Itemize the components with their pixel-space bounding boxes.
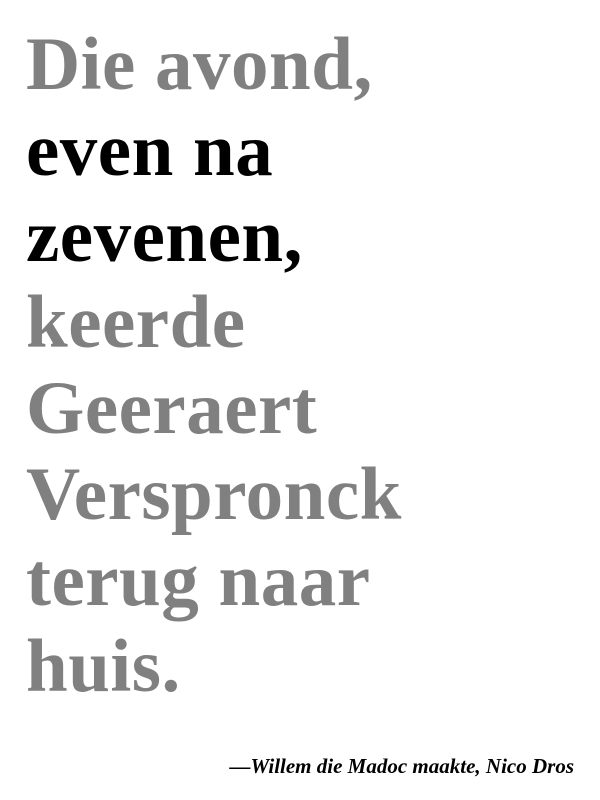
quote-line: huis. (26, 625, 181, 708)
quote-line: keerde (26, 281, 246, 364)
quote-line-emphasis: zevenen, (26, 195, 303, 278)
quote-line-emphasis: even na (26, 109, 274, 192)
quote-text: Die avond, even na zevenen, keerde Geera… (26, 22, 586, 710)
quote-line: terug naar (26, 539, 371, 622)
quote-line: Geeraert (26, 367, 318, 450)
quote-line: Verspronck (26, 453, 402, 536)
quote-line: Die avond, (26, 23, 373, 106)
quote-attribution: —Willem die Madoc maakte, Nico Dros (229, 754, 574, 778)
